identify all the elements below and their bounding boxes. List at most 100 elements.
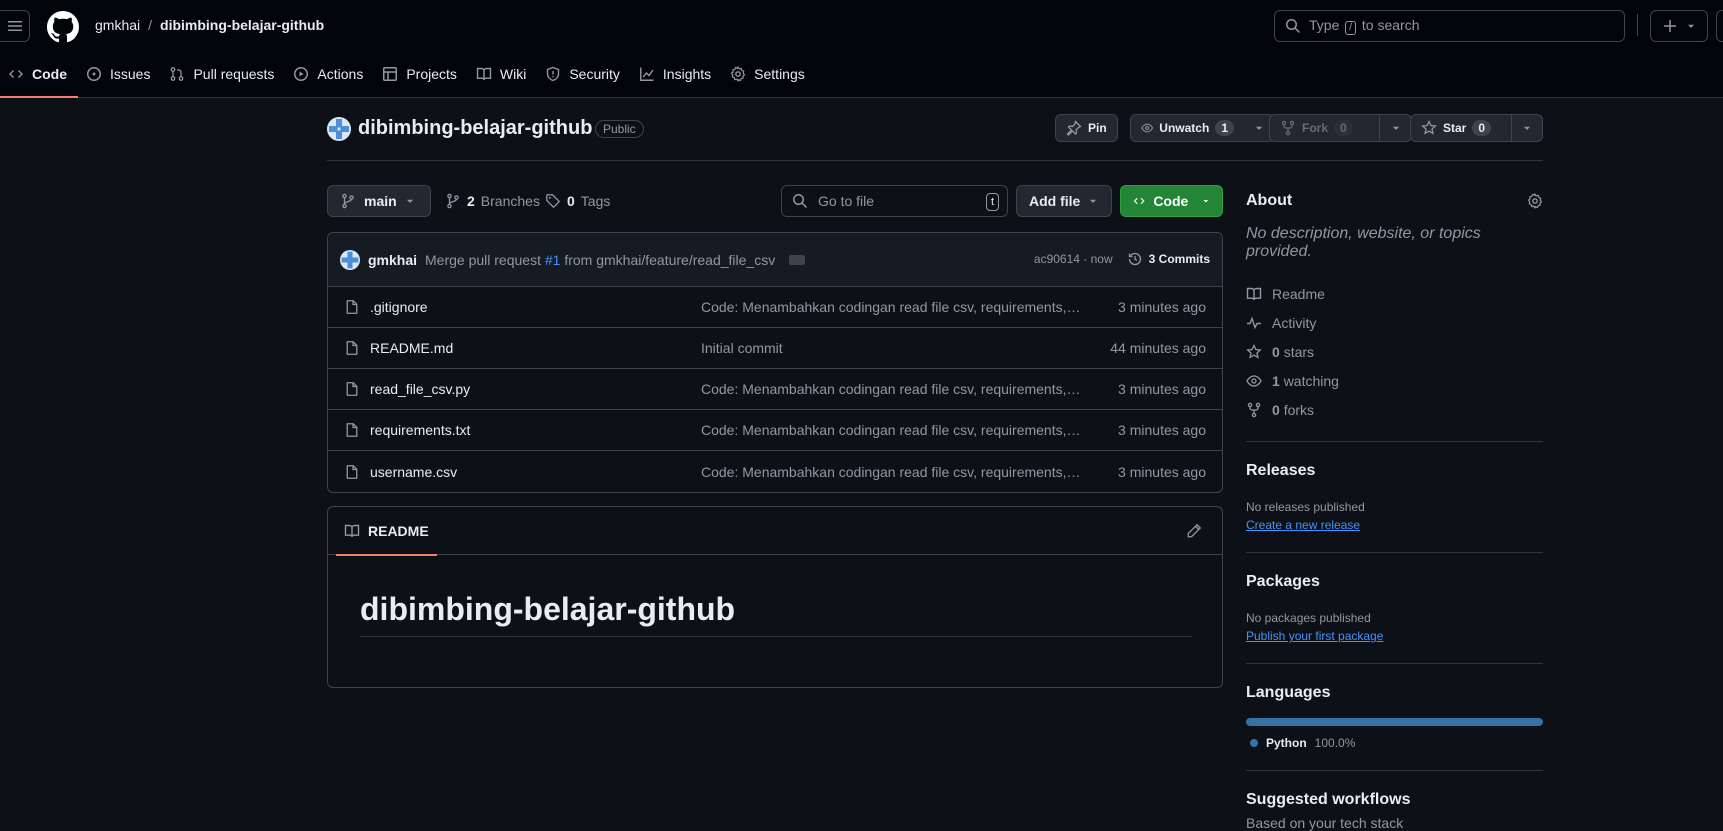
file-name[interactable]: .gitignore (370, 299, 670, 315)
add-file-button[interactable]: Add file (1016, 185, 1112, 217)
search-input[interactable]: Type / to search (1274, 10, 1625, 42)
pin-label: Pin (1088, 121, 1107, 135)
tab-projects[interactable]: Projects (374, 58, 468, 90)
tab-security[interactable]: Security (537, 58, 631, 90)
commit-message-suffix: from gmkhai/feature/read_file_csv (564, 251, 776, 268)
file-commit-message[interactable]: Initial commit (701, 340, 1084, 356)
file-row[interactable]: username.csv Code: Menambahkan codingan … (328, 451, 1222, 492)
file-commit-message[interactable]: Code: Menambahkan codingan read file csv… (701, 422, 1084, 438)
releases-empty: No releases published (1246, 500, 1365, 514)
tab-label: Code (32, 66, 67, 82)
chevron-down-icon (1523, 126, 1530, 130)
tags-link[interactable]: 0 Tags (545, 193, 610, 209)
tab-label: Security (569, 66, 620, 82)
avatar[interactable] (327, 117, 351, 141)
tab-wiki[interactable]: Wiki (468, 58, 537, 90)
code-button[interactable]: Code (1120, 185, 1223, 217)
pull-request-icon (171, 67, 184, 81)
tab-settings[interactable]: Settings (722, 58, 816, 90)
file-name[interactable]: README.md (370, 340, 670, 356)
tab-code[interactable]: Code (0, 58, 78, 98)
watching-label: watching (1283, 372, 1339, 389)
file-name[interactable]: read_file_csv.py (370, 381, 670, 397)
star-icon (1246, 343, 1262, 359)
branch-selector[interactable]: main (327, 185, 431, 217)
tab-label: Actions (317, 66, 364, 82)
language-item[interactable]: Python 100.0% (1246, 736, 1543, 750)
readme-tab[interactable]: README (336, 507, 437, 556)
watching-count: 1 (1272, 372, 1280, 389)
eye-icon (1246, 374, 1262, 387)
watching-link[interactable]: 1 watching (1246, 366, 1543, 395)
fork-icon (1281, 120, 1295, 136)
commit-hash-time[interactable]: ac90614 · now (1034, 252, 1113, 266)
branch-name: main (364, 193, 397, 209)
book-icon (344, 524, 360, 538)
menu-button[interactable] (0, 10, 30, 42)
file-commit-message[interactable]: Code: Menambahkan codingan read file csv… (701, 381, 1084, 397)
create-new-button[interactable] (1650, 10, 1708, 42)
commit-message[interactable]: Merge pull request #1 from gmkhai/featur… (425, 252, 775, 268)
repo-title[interactable]: dibimbing-belajar-github (358, 117, 592, 140)
file-icon (346, 382, 358, 396)
fork-button[interactable]: Fork 0 (1269, 114, 1412, 142)
workflows-title: Suggested workflows (1246, 791, 1411, 808)
file-commit-message[interactable]: Code: Menambahkan codingan read file csv… (701, 464, 1084, 480)
tab-actions[interactable]: Actions (285, 58, 374, 90)
go-to-file-input[interactable]: Go to file t (781, 185, 1008, 217)
breadcrumb-owner[interactable]: gmkhai (95, 17, 140, 33)
packages-title[interactable]: Packages (1246, 573, 1543, 591)
pull-request-link[interactable]: #1 (545, 252, 561, 268)
file-row[interactable]: .gitignore Code: Menambahkan codingan re… (328, 287, 1222, 328)
star-dropdown[interactable] (1510, 115, 1542, 141)
tab-issues[interactable]: Issues (78, 58, 161, 90)
releases-title[interactable]: Releases (1246, 462, 1543, 480)
workflows-section: Suggested workflows Based on your tech s… (1246, 770, 1543, 831)
tags-count: 0 (567, 193, 575, 209)
fork-label: Fork (1302, 121, 1329, 135)
file-row[interactable]: read_file_csv.py Code: Menambahkan codin… (328, 369, 1222, 410)
commits-link[interactable]: 3 Commits (1127, 251, 1210, 267)
readme-panel: README dibimbing-belajar-github (327, 506, 1223, 688)
breadcrumb-separator: / (148, 17, 153, 33)
publish-package-link[interactable]: Publish your first package (1246, 629, 1543, 643)
file-name[interactable]: username.csv (370, 464, 670, 480)
edit-readme-button[interactable] (1186, 523, 1202, 539)
github-logo-icon[interactable] (47, 11, 79, 43)
language-bar (1246, 718, 1543, 726)
unwatch-label: Unwatch (1159, 121, 1210, 135)
language-percent: 100.0% (1314, 736, 1356, 750)
forks-link[interactable]: 0 forks (1246, 395, 1543, 424)
pin-button[interactable]: Pin (1055, 114, 1118, 142)
tab-pull-requests[interactable]: Pull requests (161, 58, 285, 90)
search-suffix: to search (1361, 17, 1420, 33)
file-row[interactable]: requirements.txt Code: Menambahkan codin… (328, 410, 1222, 451)
file-commit-time: 3 minutes ago (1118, 381, 1206, 397)
file-name[interactable]: requirements.txt (370, 422, 670, 438)
activity-link[interactable]: Activity (1246, 308, 1543, 337)
issues-button[interactable] (1716, 10, 1723, 42)
language-name: Python (1266, 736, 1307, 750)
languages-section: Languages Python 100.0% (1246, 663, 1543, 750)
repo-nav: Code Issues Pull requests Actions Projec… (0, 58, 816, 98)
stars-link[interactable]: 0 stars (1246, 337, 1543, 366)
create-release-link[interactable]: Create a new release (1246, 518, 1543, 532)
unwatch-button[interactable]: Unwatch 1 (1130, 114, 1275, 142)
edit-about-button[interactable] (1527, 193, 1543, 209)
forks-count: 0 (1272, 401, 1280, 418)
star-button[interactable]: Star 0 (1410, 114, 1543, 142)
fork-icon (1247, 402, 1261, 417)
breadcrumb-repo[interactable]: dibimbing-belajar-github (160, 17, 324, 33)
commit-author[interactable]: gmkhai (368, 252, 417, 268)
languages-title: Languages (1246, 684, 1331, 701)
eye-icon (1141, 123, 1154, 133)
readme-link[interactable]: Readme (1246, 279, 1543, 308)
tab-insights[interactable]: Insights (631, 58, 722, 90)
avatar[interactable] (340, 249, 360, 270)
branches-link[interactable]: 2 Branches (445, 193, 540, 209)
file-commit-message[interactable]: Code: Menambahkan codingan read file csv… (701, 299, 1084, 315)
expand-commit-button[interactable] (789, 254, 806, 265)
file-row[interactable]: README.md Initial commit 44 minutes ago (328, 328, 1222, 369)
fork-dropdown[interactable] (1379, 115, 1411, 141)
tab-label: Insights (662, 66, 712, 82)
